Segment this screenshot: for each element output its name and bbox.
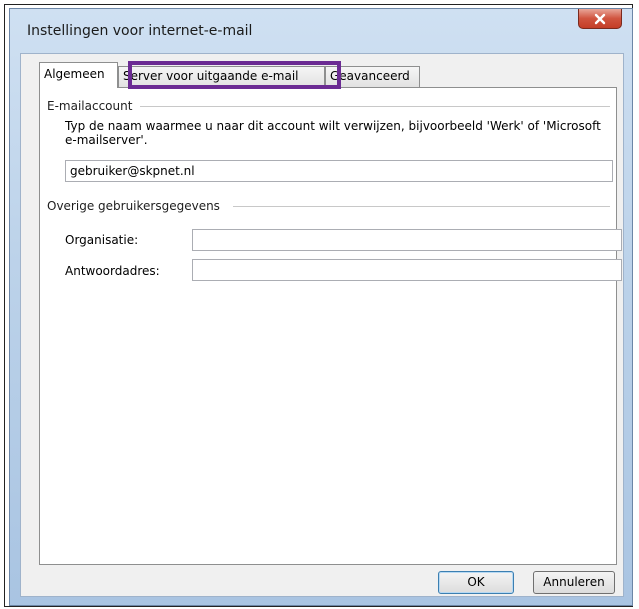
group-divider: [140, 106, 610, 107]
window-title: Instellingen voor internet-e-mail: [27, 23, 253, 39]
reply-address-input[interactable]: [192, 259, 622, 281]
cancel-button[interactable]: Annuleren: [533, 571, 615, 594]
title-bar[interactable]: Instellingen voor internet-e-mail: [10, 9, 632, 53]
close-button[interactable]: [578, 9, 622, 29]
group-label-other-info: Overige gebruikersgegevens: [47, 199, 224, 213]
account-name-input[interactable]: gebruiker@skpnet.nl: [65, 160, 613, 182]
reply-address-label: Antwoordadres:: [65, 264, 160, 278]
tab-panel-algemeen: E-mailaccount Typ de naam waarmee u naar…: [39, 87, 622, 565]
organization-label: Organisatie:: [65, 233, 139, 247]
tab-server-uitgaande-email[interactable]: Server voor uitgaande e-mail: [118, 66, 325, 87]
organization-input[interactable]: [192, 229, 622, 251]
ok-button[interactable]: OK: [438, 571, 514, 594]
tab-algemeen[interactable]: Algemeen: [39, 62, 118, 88]
dialog-content: Algemeen Server voor uitgaande e-mail Ge…: [20, 53, 624, 597]
close-icon: [594, 13, 606, 24]
tab-geavanceerd[interactable]: Geavanceerd: [325, 66, 420, 87]
group-label-email-account: E-mailaccount: [47, 99, 137, 113]
group-divider: [233, 206, 610, 207]
account-description: Typ de naam waarmee u naar dit account w…: [65, 119, 601, 147]
dialog-window: Instellingen voor internet-e-mail Algeme…: [9, 8, 633, 606]
